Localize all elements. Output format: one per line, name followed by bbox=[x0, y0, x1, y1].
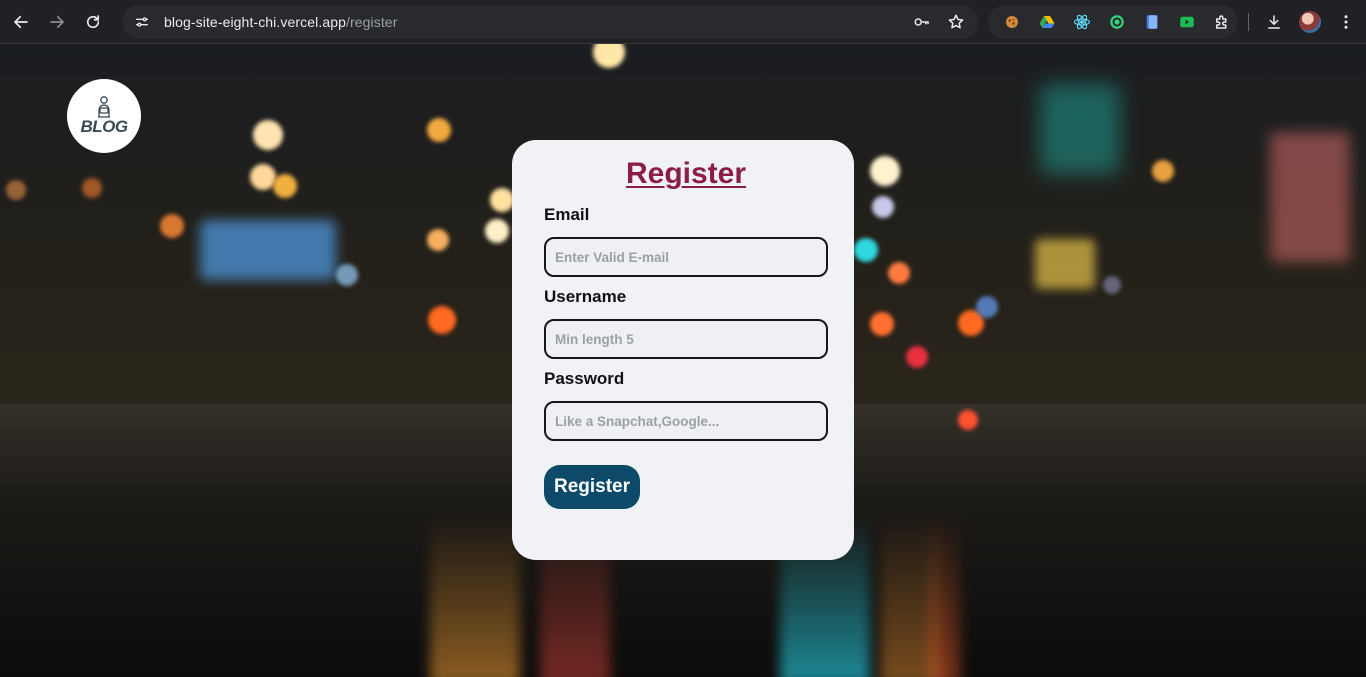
browser-menu-button[interactable] bbox=[1331, 7, 1361, 37]
profile-button[interactable] bbox=[1295, 7, 1325, 37]
drive-extension-icon bbox=[1039, 15, 1055, 28]
cookie-extension-icon bbox=[1005, 15, 1018, 28]
drive-extension-button[interactable] bbox=[1031, 6, 1062, 38]
toolbar-divider bbox=[1248, 12, 1249, 31]
puzzle-extensions-icon bbox=[1216, 14, 1227, 29]
password-label: Password bbox=[544, 369, 625, 388]
video-extension-button[interactable] bbox=[1172, 6, 1203, 38]
browser-toolbar: blog-site-eight-chi.vercel.app/register bbox=[0, 0, 1366, 44]
url-text[interactable]: blog-site-eight-chi.vercel.app/register bbox=[164, 14, 397, 30]
forward-arrow-icon bbox=[50, 15, 65, 28]
url-path: /register bbox=[345, 13, 398, 30]
email-label: Email bbox=[544, 205, 590, 224]
register-form: Register Email Username Password Registe… bbox=[512, 140, 854, 560]
bookmark-button[interactable] bbox=[944, 10, 968, 34]
password-input[interactable] bbox=[544, 401, 828, 441]
react-devtools-icon bbox=[1073, 14, 1090, 29]
email-input[interactable] bbox=[544, 237, 828, 277]
site-info-button[interactable] bbox=[128, 8, 156, 36]
reload-button[interactable] bbox=[78, 7, 108, 37]
key-icon bbox=[914, 17, 929, 26]
docs-extension-icon bbox=[1146, 14, 1158, 29]
extensions-tray bbox=[988, 4, 1238, 39]
address-bar[interactable]: blog-site-eight-chi.vercel.app/register bbox=[122, 4, 978, 39]
password-manager-button[interactable] bbox=[910, 10, 934, 34]
more-vertical-icon bbox=[1344, 14, 1348, 29]
blogger-figure-icon bbox=[98, 96, 110, 118]
docs-extension-button[interactable] bbox=[1137, 6, 1168, 38]
back-arrow-icon bbox=[13, 15, 28, 28]
form-title: Register bbox=[625, 157, 747, 190]
url-host: blog-site-eight-chi.vercel.app bbox=[164, 13, 346, 30]
username-label: Username bbox=[544, 287, 627, 306]
target-extension-icon bbox=[1110, 14, 1124, 29]
site-info-icon bbox=[136, 16, 148, 27]
star-icon bbox=[948, 14, 964, 28]
back-button[interactable] bbox=[6, 7, 36, 37]
react-devtools-button[interactable] bbox=[1066, 6, 1097, 38]
page-content: BLOG Register Email Username Password Re… bbox=[0, 44, 1366, 677]
downloads-button[interactable] bbox=[1259, 7, 1289, 37]
register-button[interactable]: Register bbox=[544, 465, 640, 509]
target-extension-button[interactable] bbox=[1101, 6, 1132, 38]
site-logo[interactable]: BLOG bbox=[67, 79, 141, 153]
profile-avatar bbox=[1299, 10, 1321, 33]
cookie-extension-button[interactable] bbox=[996, 6, 1027, 38]
username-input[interactable] bbox=[544, 319, 828, 359]
extensions-menu-button[interactable] bbox=[1207, 6, 1238, 38]
video-extension-icon bbox=[1180, 16, 1195, 27]
download-icon bbox=[1268, 14, 1280, 29]
logo-text: BLOG bbox=[80, 117, 128, 136]
forward-button[interactable] bbox=[42, 7, 72, 37]
reload-icon bbox=[86, 14, 100, 28]
